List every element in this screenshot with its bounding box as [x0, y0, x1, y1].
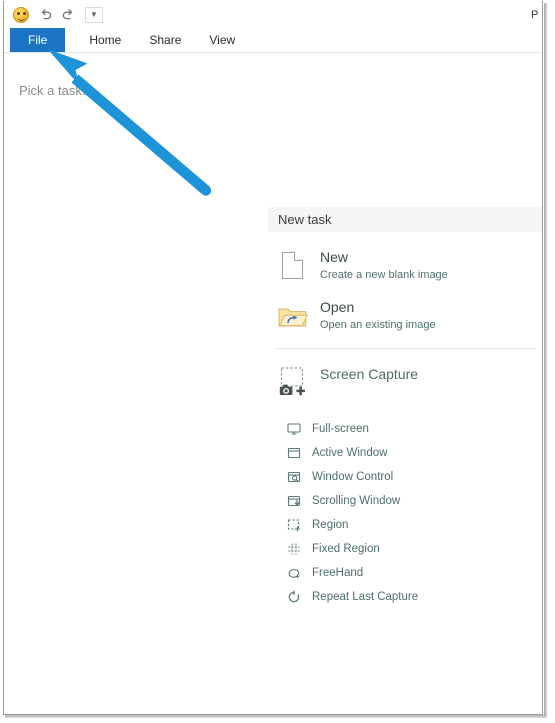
task-item-open-subtitle[interactable]: Open an existing image: [320, 317, 436, 333]
window-scroll-down-icon: [286, 493, 302, 509]
capture-item-freehand-label: FreeHand: [312, 567, 364, 579]
dashed-region-plus-icon: [286, 517, 302, 533]
capture-item-full-screen[interactable]: Full-screen: [286, 417, 542, 441]
task-item-open[interactable]: Open Open an existing image: [268, 298, 542, 334]
new-task-header-label: New task: [278, 212, 332, 227]
capture-item-scrolling-window-label: Scrolling Window: [312, 495, 401, 507]
task-item-new-subtitle[interactable]: Create a new blank image: [320, 267, 448, 283]
tab-file[interactable]: File: [10, 28, 66, 52]
blank-document-icon: [276, 250, 310, 284]
capture-item-fixed-region[interactable]: Fixed Region: [286, 537, 542, 561]
window-search-icon: [286, 469, 302, 485]
capture-item-window-control[interactable]: Window Control: [286, 465, 542, 489]
sharex-smiley-logo-icon: [13, 7, 29, 23]
capture-item-scrolling-window[interactable]: Scrolling Window: [286, 489, 542, 513]
task-item-open-text: Open Open an existing image: [320, 298, 436, 333]
window-icon: [286, 445, 302, 461]
capture-item-full-screen-label: Full-screen: [312, 423, 369, 435]
capture-item-active-window-label: Active Window: [312, 447, 388, 459]
capture-item-repeat-last-capture[interactable]: Repeat Last Capture: [286, 585, 542, 609]
capture-sub-list: Full-screen Active Window Window Control…: [268, 415, 542, 609]
task-item-screen-capture[interactable]: Screen Capture: [268, 365, 542, 401]
undo-arrow-icon[interactable]: [35, 5, 57, 25]
backstage-view: Pick a task... New task New Create a new…: [4, 53, 542, 713]
task-item-new-text: New Create a new blank image: [320, 248, 448, 283]
primary-task-group: New Create a new blank image Open Open a…: [268, 232, 542, 334]
task-item-screen-capture-title: Screen Capture: [320, 366, 419, 382]
redo-arrow-icon[interactable]: [57, 5, 79, 25]
monitor-icon: [286, 421, 302, 437]
task-item-new-title: New: [320, 249, 349, 265]
window-right-shadow: [544, 3, 547, 717]
task-item-new[interactable]: New Create a new blank image: [268, 248, 542, 284]
capture-item-fixed-region-label: Fixed Region: [312, 543, 380, 555]
window-bottom-shadow: [5, 715, 547, 718]
customize-quick-access-toolbar-icon[interactable]: ▼: [85, 7, 103, 23]
new-task-header: New task: [268, 207, 542, 232]
pick-a-task-hint: Pick a task...: [19, 83, 93, 98]
open-folder-icon: [276, 300, 310, 334]
ribbon-tab-strip: File Home Share View: [4, 28, 542, 52]
capture-item-region[interactable]: Region: [286, 513, 542, 537]
repeat-refresh-icon: [286, 589, 302, 605]
freehand-lasso-icon: [286, 565, 302, 581]
capture-item-repeat-last-capture-label: Repeat Last Capture: [312, 591, 419, 603]
new-task-panel: New task New Create a new blank image Op…: [268, 207, 542, 609]
chevron-down-glyph: ▼: [90, 10, 98, 19]
tab-view[interactable]: View: [195, 28, 249, 52]
capture-item-active-window[interactable]: Active Window: [286, 441, 542, 465]
screen-capture-camera-icon: [276, 367, 310, 401]
task-item-screen-capture-text: Screen Capture: [320, 365, 418, 383]
tab-gap: [65, 28, 75, 52]
window-title-partial: P: [531, 9, 539, 21]
tab-home[interactable]: Home: [75, 28, 135, 52]
task-item-open-title: Open: [320, 299, 355, 315]
grid-fixed-region-icon: [286, 541, 302, 557]
tab-share[interactable]: Share: [135, 28, 195, 52]
capture-item-freehand[interactable]: FreeHand: [286, 561, 542, 585]
capture-item-region-label: Region: [312, 519, 349, 531]
screen-capture-group: Screen Capture Full-screen Active Window…: [268, 349, 542, 609]
screenshot-root: ▼ P File Home Share View Pick a task... …: [0, 0, 555, 723]
capture-item-window-control-label: Window Control: [312, 471, 394, 483]
title-bar: ▼ P: [4, 2, 542, 28]
